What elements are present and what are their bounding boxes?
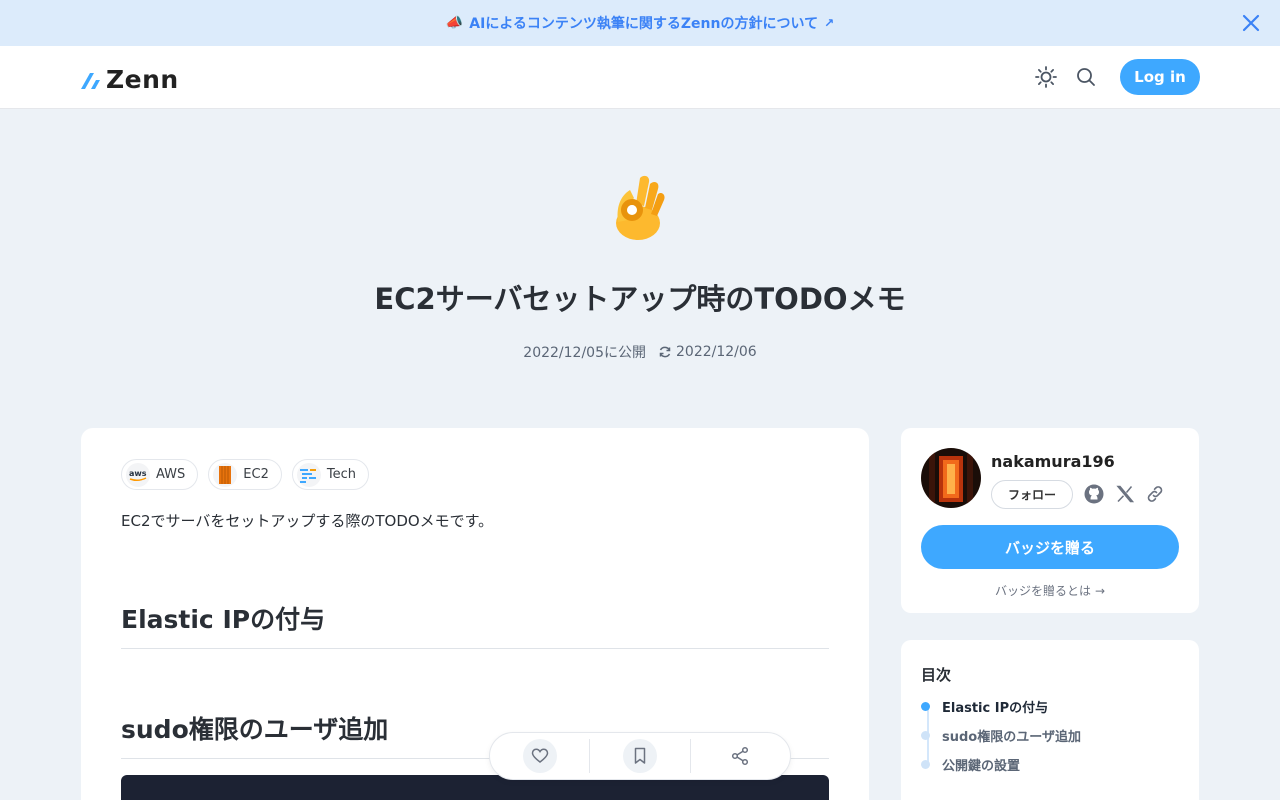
author-card: nakamura196 フォロー バッジを贈る バッジを贈るとは → xyxy=(901,428,1199,613)
zenn-logo[interactable]: Zenn xyxy=(80,65,179,94)
bookmark-button[interactable] xyxy=(590,732,689,780)
topic-label: AWS xyxy=(156,467,186,482)
send-badge-button[interactable]: バッジを贈る xyxy=(921,525,1179,569)
announcement-link[interactable]: 📣 AIによるコンテンツ執筆に関するZennの方針について ↗ xyxy=(446,13,834,33)
topic-label: EC2 xyxy=(243,467,269,482)
topic-aws[interactable]: aws AWS xyxy=(121,459,199,490)
site-header: Zenn Log in xyxy=(0,46,1280,109)
sun-icon xyxy=(1035,66,1057,88)
announcement-banner: 📣 AIによるコンテンツ執筆に関するZennの方針について ↗ xyxy=(0,0,1280,46)
close-icon xyxy=(1242,14,1260,32)
toc-item-label: Elastic IPの付与 xyxy=(942,701,1049,716)
link-icon xyxy=(1147,486,1163,502)
toc-item-public-key[interactable]: 公開鍵の設置 xyxy=(921,755,1020,774)
topic-ec2[interactable]: EC2 xyxy=(208,459,282,490)
badge-help-text: バッジを贈るとは xyxy=(994,584,1091,598)
badge-help-link[interactable]: バッジを贈るとは → xyxy=(901,582,1199,599)
topic-label: Tech xyxy=(326,467,356,482)
topic-tech[interactable]: Tech xyxy=(291,459,369,490)
updated-date: 2022/12/06 xyxy=(676,344,757,360)
github-icon xyxy=(1084,484,1104,504)
toc-dot xyxy=(921,760,930,769)
share-button[interactable] xyxy=(691,732,790,780)
article-dates: 2022/12/05に公開 2022/12/06 xyxy=(0,342,1280,362)
author-name[interactable]: nakamura196 xyxy=(991,452,1115,471)
author-avatar[interactable] xyxy=(921,448,981,508)
bookmark-icon xyxy=(634,747,646,764)
toc-dot xyxy=(921,702,930,711)
heart-icon xyxy=(531,748,548,763)
website-link[interactable] xyxy=(1144,483,1166,505)
x-icon xyxy=(1116,485,1135,503)
toc-item-label: 公開鍵の設置 xyxy=(942,759,1021,774)
zenn-logo-icon xyxy=(81,72,100,89)
x-link[interactable] xyxy=(1114,483,1136,505)
ok-hand-emoji-icon xyxy=(600,168,680,248)
heading-elastic-ip: Elastic IPの付与 xyxy=(121,600,829,649)
refresh-icon xyxy=(659,346,671,358)
logo-text: Zenn xyxy=(106,65,179,94)
close-banner-button[interactable] xyxy=(1238,10,1264,36)
toc-dot xyxy=(921,731,930,740)
bookmark-icon-wrap xyxy=(623,739,658,773)
login-button[interactable]: Log in xyxy=(1120,59,1200,95)
toc-item-sudo-user[interactable]: sudo権限のユーザ追加 xyxy=(921,726,1081,745)
article-lead: EC2でサーバをセットアップする際のTODOメモです。 xyxy=(121,512,494,530)
aws-icon: aws xyxy=(126,462,150,487)
article-action-bar xyxy=(489,732,791,780)
like-icon-wrap xyxy=(522,739,557,773)
toc-title: 目次 xyxy=(921,666,952,684)
search-button[interactable] xyxy=(1074,65,1098,89)
external-arrow-icon: ↗ xyxy=(824,16,835,30)
table-of-contents: 目次 Elastic IPの付与 sudo権限のユーザ追加 公開鍵の設置 xyxy=(901,640,1199,800)
ec2-icon xyxy=(213,462,238,487)
updated-date-group: 2022/12/06 xyxy=(658,342,757,362)
theme-toggle-button[interactable] xyxy=(1034,65,1058,89)
article-title: EC2サーバセットアップ時のTODOメモ xyxy=(374,282,906,316)
like-button[interactable] xyxy=(490,732,589,780)
topic-list: aws AWS EC2 Tech xyxy=(121,459,369,490)
search-icon xyxy=(1077,68,1095,86)
toc-item-label: sudo権限のユーザ追加 xyxy=(942,730,1081,745)
announcement-text: AIによるコンテンツ執筆に関するZennの方針について xyxy=(469,16,819,32)
github-link[interactable] xyxy=(1083,483,1105,505)
megaphone-icon: 📣 xyxy=(445,15,464,31)
toc-item-elastic-ip[interactable]: Elastic IPの付与 xyxy=(921,697,1048,716)
published-date: 2022/12/05に公開 xyxy=(523,345,646,361)
share-icon xyxy=(732,746,749,766)
follow-button[interactable]: フォロー xyxy=(991,480,1073,509)
svg-text:aws: aws xyxy=(129,469,147,478)
arrow-right-icon: → xyxy=(1094,583,1106,598)
tech-icon xyxy=(296,462,321,487)
